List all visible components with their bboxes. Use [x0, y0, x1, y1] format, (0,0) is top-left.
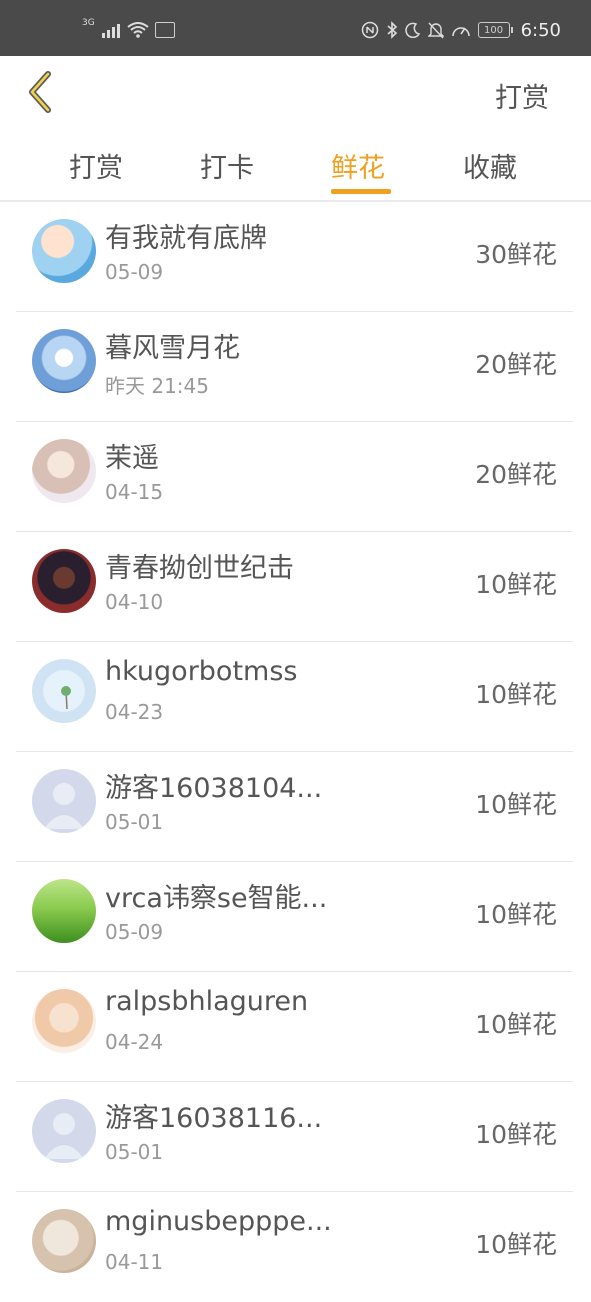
avatar — [32, 549, 96, 613]
default-user-icon — [44, 1113, 84, 1159]
avatar — [32, 659, 96, 723]
avatar — [32, 989, 96, 1053]
gift-date: 昨天 21:45 — [105, 374, 209, 398]
tab-flowers[interactable]: 鲜花 — [331, 146, 385, 185]
list-item[interactable]: 游客16038116... 05-01 10鲜花 — [0, 1082, 591, 1192]
chevron-left-icon — [29, 71, 51, 113]
flower-amount: 30鲜花 — [475, 240, 557, 269]
flower-amount: 10鲜花 — [475, 570, 557, 599]
gift-date: 05-01 — [105, 1140, 164, 1164]
user-name: vrca讳察se智能... — [105, 883, 328, 914]
user-name: mginusbepppe... — [105, 1206, 332, 1237]
avatar — [32, 879, 96, 943]
avatar — [32, 769, 96, 833]
battery-icon: 100 — [477, 22, 513, 38]
wifi-icon — [127, 22, 149, 38]
user-name: 暮风雪月花 — [105, 333, 240, 364]
list-item[interactable]: mginusbepppe... 04-11 10鲜花 — [0, 1192, 591, 1302]
network-type-label: 3G — [82, 18, 95, 28]
flower-amount: 10鲜花 — [475, 790, 557, 819]
tree-icon — [61, 686, 71, 710]
gift-date: 04-24 — [105, 1030, 164, 1054]
gift-date: 05-09 — [105, 920, 164, 944]
flower-amount: 10鲜花 — [475, 900, 557, 929]
user-name: 有我就有底牌 — [105, 223, 267, 254]
bluetooth-icon — [387, 21, 397, 39]
user-name: hkugorbotmss — [105, 656, 298, 687]
flower-amount: 10鲜花 — [475, 1230, 557, 1259]
user-name: 游客16038116... — [105, 1103, 323, 1134]
gift-date: 04-15 — [105, 480, 164, 504]
user-name: 茉遥 — [105, 443, 159, 474]
flower-amount: 20鲜花 — [475, 460, 557, 489]
list-item[interactable]: 游客16038104... 05-01 10鲜花 — [0, 752, 591, 862]
status-time: 6:50 — [520, 19, 561, 41]
moon-icon — [404, 22, 420, 38]
gift-date: 05-09 — [105, 260, 164, 284]
list-item[interactable]: 青春拗创世纪击 04-10 10鲜花 — [0, 532, 591, 642]
tab-bar: 打赏 打卡 鲜花 收藏 — [0, 128, 591, 200]
speed-icon — [451, 27, 470, 37]
default-user-icon — [44, 783, 84, 829]
avatar — [32, 1099, 96, 1163]
user-name: ralpsbhlaguren — [105, 986, 309, 1017]
flower-amount: 10鲜花 — [475, 680, 557, 709]
nfc-icon — [361, 21, 378, 39]
user-name: 游客16038104... — [105, 773, 323, 804]
reward-button[interactable]: 打赏 — [495, 76, 549, 115]
avatar — [32, 329, 96, 393]
tab-favorites[interactable]: 收藏 — [463, 146, 517, 185]
gift-date: 05-01 — [105, 810, 164, 834]
gift-date: 04-11 — [105, 1250, 164, 1274]
avatar — [32, 219, 96, 283]
list-item[interactable]: vrca讳察se智能... 05-09 10鲜花 — [0, 862, 591, 972]
avatar — [32, 1209, 96, 1273]
list-item[interactable]: 暮风雪月花 昨天 21:45 20鲜花 — [0, 312, 591, 422]
status-bar-right: 100 6:50 — [361, 18, 561, 42]
list-item[interactable]: ralpsbhlaguren 04-24 10鲜花 — [0, 972, 591, 1082]
back-button[interactable] — [16, 68, 62, 116]
flower-amount: 10鲜花 — [475, 1010, 557, 1039]
tab-reward[interactable]: 打赏 — [69, 146, 123, 185]
gift-date: 04-10 — [105, 590, 164, 614]
bell-off-icon — [427, 22, 444, 39]
status-bar-left: 3G — [82, 18, 175, 42]
top-navigation-bar: 打赏 — [0, 56, 591, 128]
user-name: 青春拗创世纪击 — [105, 553, 294, 584]
signal-icon — [101, 24, 120, 38]
flower-amount: 10鲜花 — [475, 1120, 557, 1149]
avatar — [32, 439, 96, 503]
hms-icon — [154, 22, 175, 38]
list-item[interactable]: 茉遥 04-15 20鲜花 — [0, 422, 591, 532]
flower-amount: 20鲜花 — [475, 350, 557, 379]
active-tab-indicator — [331, 189, 391, 194]
gift-date: 04-23 — [105, 700, 164, 724]
tab-checkin[interactable]: 打卡 — [200, 146, 254, 185]
flower-gift-list: 有我就有底牌 05-09 30鲜花 暮风雪月花 昨天 21:45 20鲜花 茉遥… — [0, 202, 591, 1302]
list-item[interactable]: 有我就有底牌 05-09 30鲜花 — [0, 202, 591, 312]
status-bar: 3G 100 6:50 — [0, 0, 591, 56]
list-item[interactable]: hkugorbotmss 04-23 10鲜花 — [0, 642, 591, 752]
